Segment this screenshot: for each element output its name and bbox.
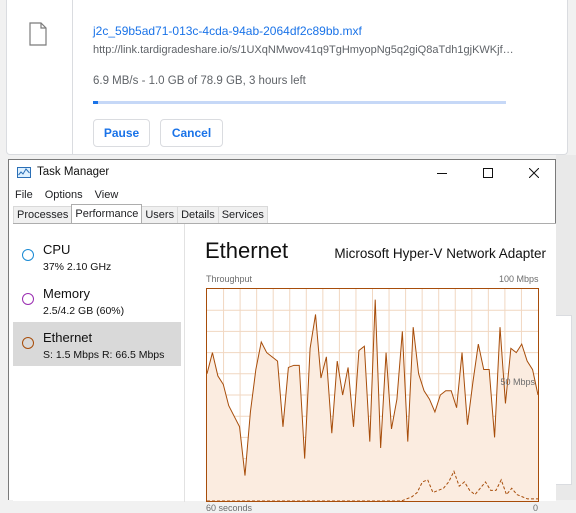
minimize-icon [437, 173, 447, 174]
tab-processes[interactable]: Processes [13, 206, 73, 223]
tab-details[interactable]: Details [177, 206, 219, 223]
close-button[interactable] [511, 160, 557, 186]
resource-memory[interactable]: Memory 2.5/4.2 GB (60%) [13, 278, 181, 322]
tab-users[interactable]: Users [141, 206, 179, 223]
resource-cpu[interactable]: CPU 37% 2.10 GHz [13, 234, 181, 278]
resource-sidebar: CPU 37% 2.10 GHz Memory 2.5/4.2 GB (60%)… [13, 224, 185, 502]
adapter-name: Microsoft Hyper-V Network Adapter [334, 246, 546, 261]
min-scale-label: 0 [533, 503, 539, 513]
download-item: j2c_59b5ad71-013c-4cda-94ab-2064df2c89bb… [6, 0, 568, 155]
download-filename-link[interactable]: j2c_59b5ad71-013c-4cda-94ab-2064df2c89bb… [93, 24, 362, 38]
file-icon[interactable] [29, 22, 47, 46]
download-progress-bar [93, 101, 506, 104]
resource-stats: 2.5/4.2 GB (60%) [43, 305, 125, 317]
throughput-label: Throughput [206, 274, 253, 284]
menu-bar: File Options View [9, 186, 124, 204]
maximize-button[interactable] [465, 160, 511, 186]
tab-strip: Processes Performance Users Details Serv… [13, 204, 268, 224]
resource-stats: S: 1.5 Mbps R: 66.5 Mbps [43, 349, 165, 361]
resource-name: CPU [43, 242, 71, 257]
resource-stats: 37% 2.10 GHz [43, 261, 112, 273]
background-card [556, 315, 572, 485]
time-span-label: 60 seconds [206, 503, 253, 513]
resource-ethernet[interactable]: Ethernet S: 1.5 Mbps R: 66.5 Mbps [13, 322, 181, 366]
max-scale-label: 100 Mbps [499, 274, 539, 284]
menu-file[interactable]: File [9, 186, 39, 204]
minimize-button[interactable] [419, 160, 465, 186]
task-manager-app-icon [17, 167, 31, 178]
ethernet-ring-icon [22, 337, 34, 349]
background-page-edge [556, 155, 576, 500]
download-url: http://link.tardigradeshare.io/s/1UXqNMw… [93, 44, 513, 56]
menu-view[interactable]: View [89, 186, 125, 204]
menu-options[interactable]: Options [39, 186, 89, 204]
tab-services[interactable]: Services [217, 206, 268, 223]
download-progress-fill [93, 101, 99, 104]
throughput-chart [207, 289, 538, 501]
resource-name: Memory [43, 286, 90, 301]
pause-button[interactable]: Pause [93, 119, 150, 147]
maximize-icon [483, 168, 493, 178]
download-status: 6.9 MB/s - 1.0 GB of 78.9 GB, 3 hours le… [93, 75, 306, 87]
tab-performance[interactable]: Performance [71, 204, 143, 223]
memory-ring-icon [22, 293, 34, 305]
close-icon [529, 168, 539, 178]
detail-title: Ethernet [205, 238, 289, 263]
resource-name: Ethernet [43, 330, 93, 345]
task-manager-window: Task Manager File Options View Processes… [8, 159, 556, 513]
cancel-button[interactable]: Cancel [160, 119, 223, 147]
window-title: Task Manager [37, 166, 110, 178]
cpu-ring-icon [22, 249, 34, 261]
title-bar[interactable]: Task Manager [9, 160, 555, 186]
performance-panel: CPU 37% 2.10 GHz Memory 2.5/4.2 GB (60%)… [13, 223, 556, 513]
mid-scale-label: 50 Mbps [500, 377, 535, 387]
throughput-graph: 50 Mbps [206, 288, 539, 502]
download-icon-column [7, 0, 73, 155]
